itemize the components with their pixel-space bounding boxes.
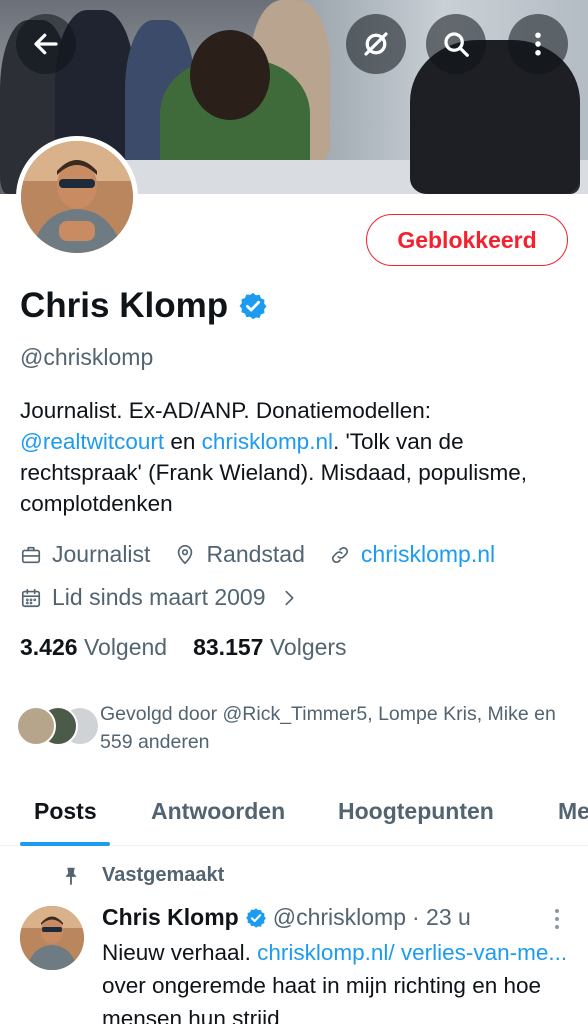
- profession-text: Journalist: [52, 541, 151, 567]
- pinned-text: Vastgemaakt: [102, 864, 225, 886]
- search-icon: [444, 32, 469, 57]
- followers-stat[interactable]: 83.157 Volgers: [193, 634, 346, 661]
- post-text-part: Nieuw verhaal.: [102, 940, 258, 965]
- profile-bio: Journalist. Ex-AD/ANP. Donatiemodellen: …: [20, 395, 570, 519]
- profile-meta: Journalist Randstad chrisklomp.nl: [20, 541, 519, 568]
- bio-text: Journalist. Ex-AD/ANP. Donatiemodellen:: [20, 398, 432, 423]
- post-more-button[interactable]: [546, 906, 568, 932]
- post-author-handle: @chrisklomp: [272, 904, 406, 930]
- link-icon: [331, 546, 348, 563]
- avatar-photo: [20, 906, 84, 970]
- following-count: 3.426: [20, 634, 78, 660]
- avatar: [16, 706, 56, 746]
- bio-mention-link[interactable]: @realtwitcourt: [20, 429, 164, 454]
- briefcase-icon: [21, 546, 41, 563]
- post-header: Chris Klomp @chrisklomp · 23 u: [102, 904, 471, 931]
- calendar-icon: [21, 588, 41, 607]
- pin-icon: [65, 867, 77, 885]
- post-text: Nieuw verhaal. chrisklomp.nl/ verlies-va…: [102, 936, 572, 1024]
- profession-item: Journalist: [20, 541, 150, 568]
- joined-row[interactable]: Lid sinds maart 2009: [20, 584, 300, 611]
- verified-badge-icon[interactable]: [238, 291, 268, 321]
- profile-avatar[interactable]: [16, 136, 138, 258]
- verified-badge-icon: [245, 907, 266, 928]
- post-link[interactable]: chrisklomp.nl/ verlies-van-me...: [257, 940, 567, 965]
- tab-posts[interactable]: Posts: [34, 798, 97, 825]
- bio-website-link[interactable]: chrisklomp.nl: [202, 429, 333, 454]
- following-label: Volgend: [83, 634, 168, 660]
- avatar-photo: [21, 141, 133, 253]
- following-stat[interactable]: 3.426 Volgend: [20, 634, 167, 661]
- mute-button[interactable]: [346, 14, 406, 74]
- post-author-name[interactable]: Chris Klomp: [102, 904, 239, 931]
- location-text: Randstad: [206, 541, 305, 567]
- chevron-right-icon: [284, 590, 294, 605]
- arrow-left-icon: [34, 33, 58, 55]
- followed-by-row[interactable]: Gevolgd door @Rick_Timmer5, Lompe Kris, …: [16, 700, 576, 756]
- location-pin-icon: [178, 544, 193, 564]
- bio-text: en: [164, 429, 202, 454]
- pinned-label: Vastgemaakt: [60, 864, 224, 887]
- profile-tabs: Posts Antwoorden Hoogtepunten Me: [0, 784, 588, 846]
- website-item[interactable]: chrisklomp.nl: [329, 541, 495, 568]
- post-author-avatar[interactable]: [20, 906, 84, 970]
- post-text-part: over ongeremde haat in mijn richting en …: [102, 973, 542, 1024]
- followed-by-text: Gevolgd door @Rick_Timmer5, Lompe Kris, …: [100, 703, 556, 753]
- tab-replies[interactable]: Antwoorden: [151, 798, 285, 825]
- followers-label: Volgers: [269, 634, 347, 660]
- location-item: Randstad: [174, 541, 305, 568]
- profile-stats: 3.426 Volgend 83.157 Volgers: [20, 634, 373, 661]
- joined-text: Lid sinds maart 2009: [52, 584, 266, 610]
- followed-by-avatars: [16, 700, 100, 746]
- blocked-button[interactable]: Geblokkeerd: [366, 214, 568, 266]
- profile-name: Chris Klomp: [20, 286, 229, 325]
- tab-highlights[interactable]: Hoogtepunten: [338, 798, 494, 825]
- post-time: · 23 u: [412, 904, 471, 930]
- more-vertical-icon: [535, 32, 541, 56]
- active-tab-indicator: [20, 842, 110, 846]
- more-options-button[interactable]: [508, 14, 568, 74]
- back-button[interactable]: [16, 14, 76, 74]
- mute-off-icon: [364, 32, 388, 56]
- tab-media[interactable]: Me: [558, 798, 588, 825]
- profile-handle: @chrisklomp: [20, 344, 154, 370]
- more-vertical-icon: [555, 909, 559, 929]
- followers-count: 83.157: [193, 634, 264, 660]
- search-button[interactable]: [426, 14, 486, 74]
- website-link[interactable]: chrisklomp.nl: [361, 541, 495, 568]
- profile-name-row: Chris Klomp: [20, 286, 268, 326]
